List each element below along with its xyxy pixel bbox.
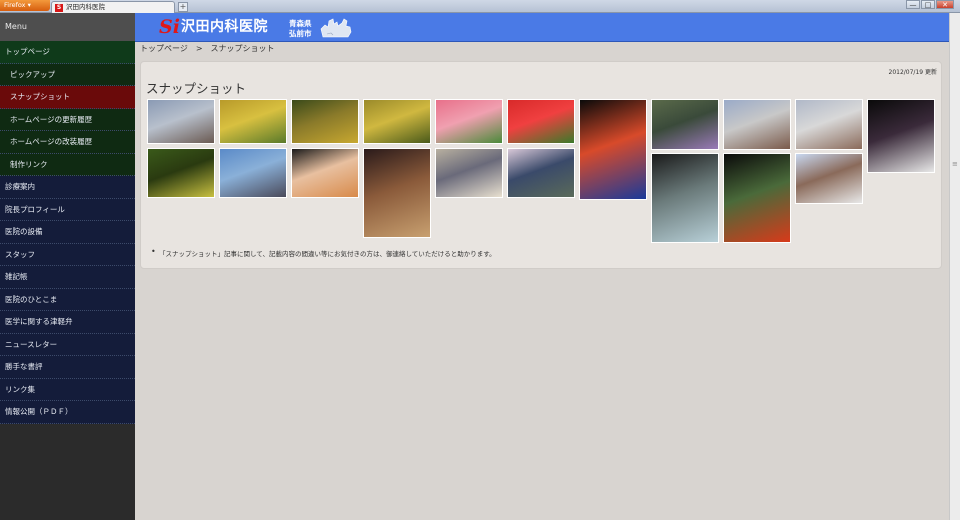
breadcrumb: トップページ > スナップショット <box>140 43 275 55</box>
sidebar-item[interactable]: 情報公開（ＰＤＦ） <box>0 401 135 424</box>
sidebar-item[interactable]: ホームページの改装履歴 <box>0 131 135 154</box>
gallery-thumbnail[interactable] <box>723 99 791 150</box>
sidebar-item[interactable]: トップページ <box>0 41 135 64</box>
gallery-thumbnail[interactable] <box>651 99 719 150</box>
logo-city: 弘前市 <box>289 29 312 38</box>
favicon-icon: S <box>55 4 63 12</box>
gallery-thumbnail[interactable] <box>435 148 503 198</box>
gallery-thumbnail[interactable] <box>795 99 863 150</box>
gallery-thumbnail[interactable] <box>867 99 935 173</box>
page-title: スナップショット <box>146 81 247 96</box>
logo-text: 沢田内科医院 <box>181 19 268 35</box>
sidebar-item[interactable]: 制作リンク <box>0 153 135 176</box>
sidebar-item[interactable]: ピックアップ <box>0 63 135 86</box>
sidebar-item[interactable]: リンク集 <box>0 378 135 401</box>
updated-date: 2012/07/19 更新 <box>888 69 938 76</box>
sidebar-item[interactable]: スナップショット <box>0 86 135 109</box>
sidebar-item[interactable]: 診療案内 <box>0 176 135 199</box>
gallery-thumbnail[interactable] <box>363 99 431 144</box>
breadcrumb-home[interactable]: トップページ <box>140 44 188 53</box>
gallery-thumbnail[interactable] <box>147 99 215 144</box>
close-button[interactable]: ✕ <box>936 0 954 9</box>
site-header: Si 沢田内科医院 青森県 弘前市 <box>135 13 949 42</box>
nav-list: トップページ ピックアップ スナップショット ホームページの更新履歴 ホームページの改装… <box>0 41 135 424</box>
sidebar-item[interactable]: 院長プロフィール <box>0 198 135 221</box>
breadcrumb-current: スナップショット <box>210 44 275 53</box>
minimize-button[interactable]: — <box>906 0 920 9</box>
gallery-thumbnail[interactable] <box>507 99 575 144</box>
gallery-thumbnail[interactable] <box>723 153 791 243</box>
sidebar-item[interactable]: ホームページの更新履歴 <box>0 108 135 131</box>
gallery-thumbnail[interactable] <box>579 99 647 200</box>
gallery-thumbnail[interactable] <box>435 99 503 144</box>
sidebar-item[interactable]: 医院の設備 <box>0 221 135 244</box>
gallery-thumbnail[interactable] <box>291 148 359 198</box>
page-scrollbar[interactable]: ≡ <box>949 13 960 520</box>
firefox-menu-button[interactable]: Firefox ▾ <box>0 0 50 11</box>
gallery-thumbnail[interactable] <box>795 153 863 204</box>
sidebar: Menu トップページ ピックアップ スナップショット ホームページの更新履歴 ホームペ… <box>0 13 135 520</box>
sidebar-item[interactable]: スタッフ <box>0 243 135 266</box>
gallery-thumbnail[interactable] <box>651 153 719 243</box>
new-tab-button[interactable]: + <box>178 2 188 12</box>
gallery-thumbnail[interactable] <box>507 148 575 198</box>
gallery-thumbnail[interactable] <box>219 99 287 144</box>
gallery-thumbnail[interactable] <box>291 99 359 144</box>
breadcrumb-separator: > <box>195 44 203 53</box>
logo-mark: Si <box>159 16 180 38</box>
contact-note: 「スナップショット」記事に関して、記載内容の間違い等にお気付きの方は、御連絡して… <box>151 247 496 258</box>
menu-heading: Menu <box>0 13 135 41</box>
sidebar-item[interactable]: 雑記帳 <box>0 266 135 289</box>
sidebar-item[interactable]: ニュースレター <box>0 333 135 356</box>
gallery-thumbnail[interactable] <box>147 148 215 198</box>
gallery-thumbnail[interactable] <box>219 148 287 198</box>
browser-tab[interactable]: S 沢田内科医院 <box>51 1 175 13</box>
sidebar-item[interactable]: 医院のひとこま <box>0 288 135 311</box>
sidebar-item[interactable]: 医学に関する津軽弁 <box>0 311 135 334</box>
gallery-thumbnail[interactable] <box>363 148 431 238</box>
tab-title: 沢田内科医院 <box>66 3 105 11</box>
scroll-grip-icon: ≡ <box>952 160 958 168</box>
aomori-map-icon <box>320 18 352 38</box>
browser-tabbar: Firefox ▾ S 沢田内科医院 + — □ ✕ <box>0 0 960 13</box>
maximize-button[interactable]: □ <box>921 0 935 9</box>
sidebar-item[interactable]: 勝手な書評 <box>0 356 135 379</box>
content-panel: 2012/07/19 更新 スナップショット 「スナップショット」記事に関して、… <box>140 61 942 269</box>
